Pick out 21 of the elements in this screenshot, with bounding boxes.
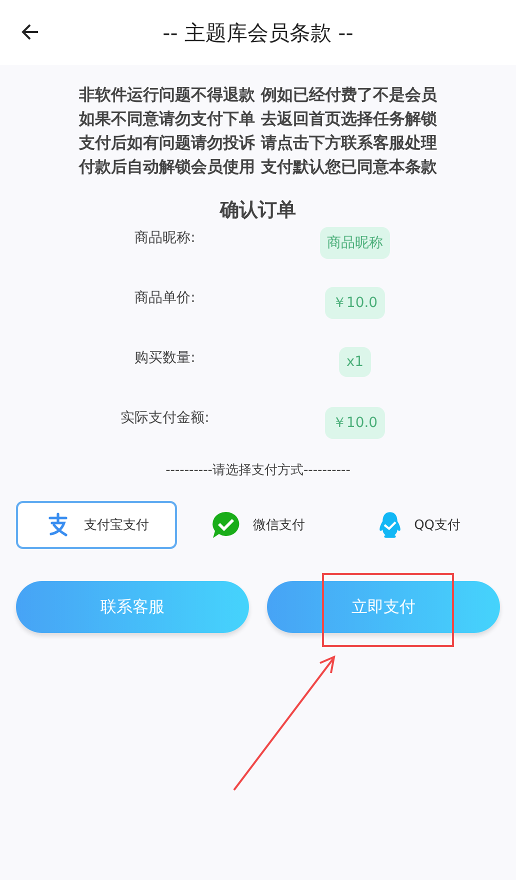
notice-text: 如果不同意请勿支付下单 去返回首页选择任务解锁 bbox=[79, 108, 437, 130]
field-value: 商品昵称 bbox=[320, 227, 390, 259]
field-label: 实际支付金额: bbox=[120, 409, 210, 427]
field-label: 商品单价: bbox=[134, 289, 196, 307]
field-value: ￥10.0 bbox=[325, 287, 385, 319]
chat-check-icon bbox=[210, 510, 241, 540]
penguin-icon bbox=[378, 511, 402, 539]
payment-option[interactable]: 微信支付 bbox=[177, 501, 339, 549]
payment-prompt: ----------请选择支付方式---------- bbox=[166, 462, 350, 479]
notice-text: 支付后如有问题请勿投诉 请点击下方联系客服处理 bbox=[79, 132, 437, 154]
back-arrow-icon[interactable] bbox=[20, 22, 40, 42]
page-title: -- 主题库会员条款 -- bbox=[162, 20, 354, 46]
field-label: 购买数量: bbox=[134, 349, 196, 367]
payment-option[interactable]: 支付宝支付 bbox=[16, 501, 178, 549]
field-value: ￥10.0 bbox=[325, 407, 385, 439]
field-label: 商品昵称: bbox=[134, 229, 196, 247]
field-value: x1 bbox=[339, 347, 371, 377]
notice-text: 付款后自动解锁会员使用 支付默认您已同意本条款 bbox=[79, 156, 437, 178]
notice-text: 非软件运行问题不得退款 例如已经付费了不是会员 bbox=[79, 84, 437, 106]
payment-option[interactable]: QQ支付 bbox=[338, 501, 500, 549]
order-title: 确认订单 bbox=[220, 198, 296, 223]
